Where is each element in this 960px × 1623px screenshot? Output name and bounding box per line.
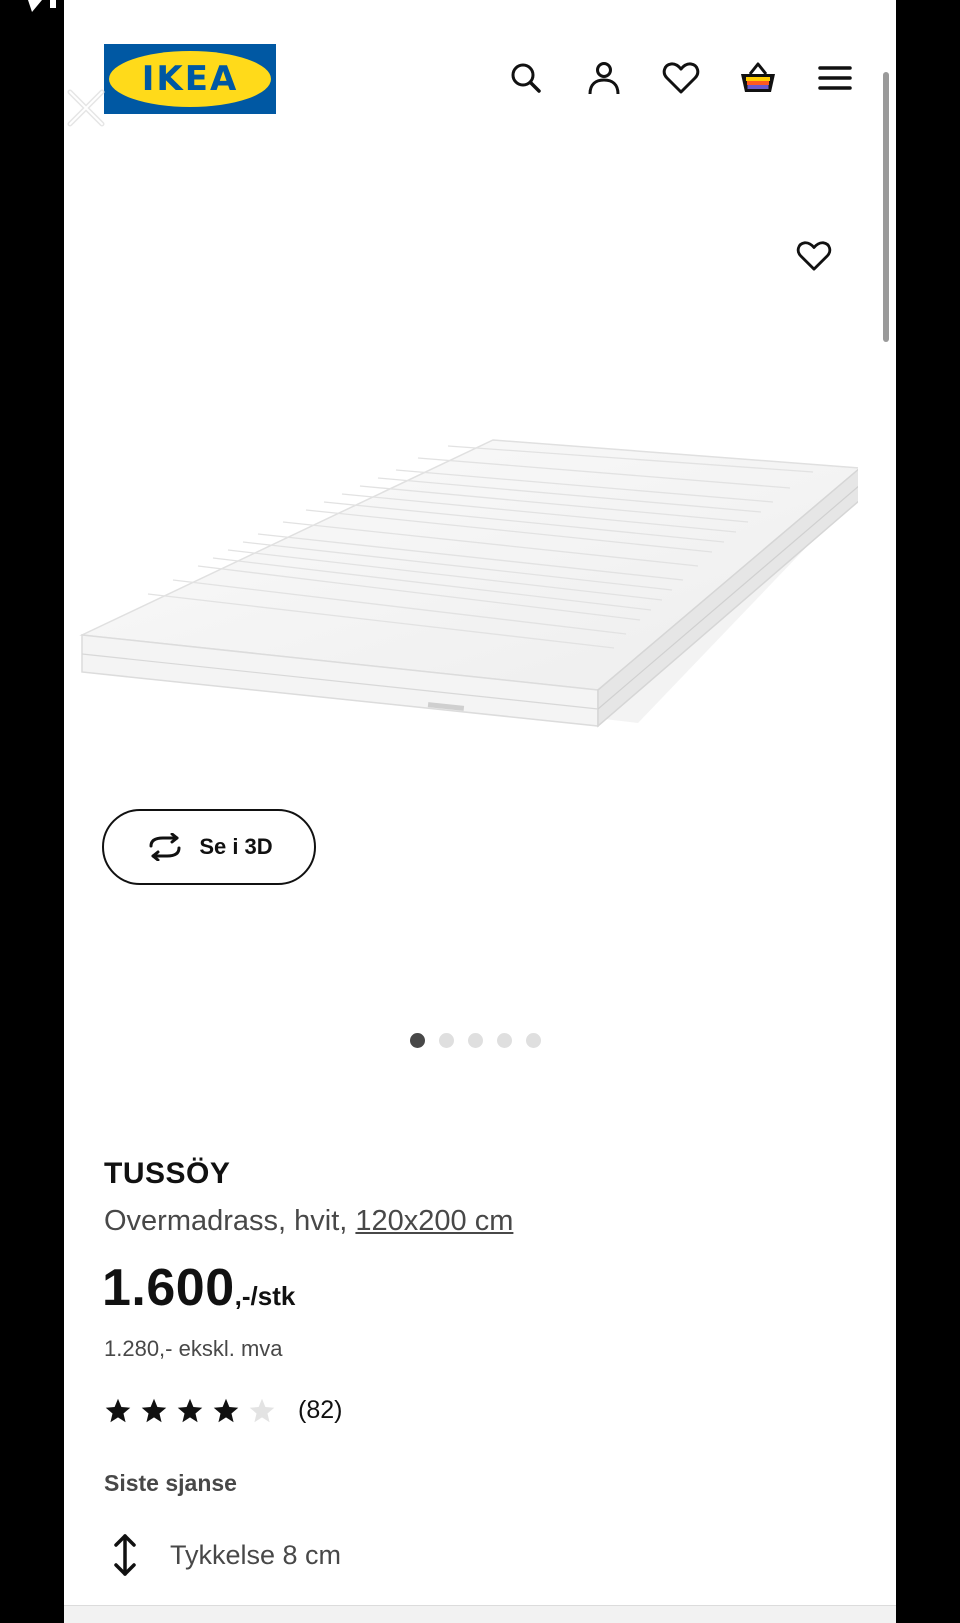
- pagination-dot-1[interactable]: [410, 1033, 425, 1048]
- search-button[interactable]: [506, 58, 546, 98]
- spec-thickness-text: Tykkelse 8 cm: [170, 1539, 342, 1570]
- pagination-dot-5[interactable]: [526, 1033, 541, 1048]
- wishlist-button[interactable]: [661, 58, 701, 98]
- logo-text: IKEA: [141, 59, 239, 99]
- rating[interactable]: (82): [104, 1396, 342, 1425]
- search-icon: [511, 63, 541, 93]
- rating-count: (82): [298, 1396, 343, 1424]
- ikea-logo[interactable]: IKEA: [104, 44, 276, 114]
- spec-thickness: Tykkelse 8 cm: [108, 1532, 341, 1578]
- price-suffix: ,-/stk: [234, 1281, 296, 1311]
- star-empty-icon: [249, 1398, 275, 1422]
- status-indicator-icon: [28, 0, 56, 12]
- star-icon: [141, 1398, 167, 1422]
- cart-button[interactable]: [738, 58, 778, 98]
- product-favorite-button[interactable]: [794, 236, 834, 276]
- star-icon: [177, 1398, 203, 1422]
- view-in-3d-button[interactable]: Se i 3D: [102, 809, 316, 885]
- view-in-3d-label: Se i 3D: [199, 834, 273, 859]
- product-name: TUSSÖY: [104, 1157, 231, 1190]
- logo-oval: IKEA: [109, 51, 271, 107]
- price-excl-vat: 1.280,- ekskl. mva: [104, 1336, 283, 1361]
- heart-icon: [796, 241, 832, 271]
- availability-status: Siste sjanse: [104, 1470, 237, 1496]
- pagination-dot-4[interactable]: [497, 1033, 512, 1048]
- product-description-text: Overmadrass, hvit,: [104, 1205, 356, 1237]
- cart-icon: [741, 62, 775, 92]
- product-image[interactable]: [78, 430, 858, 760]
- menu-icon: [818, 66, 852, 90]
- pagination-dot-3[interactable]: [468, 1033, 483, 1048]
- rotate-3d-icon: [149, 833, 181, 861]
- section-divider: [64, 1605, 896, 1623]
- price: 1.600 ,-/stk: [102, 1258, 295, 1318]
- product-page: IKEA Se i 3D TUSSÖY Overmadrass, hvit, 1…: [64, 0, 896, 1623]
- product-size-link[interactable]: 120x200 cm: [355, 1205, 513, 1237]
- image-pagination: [410, 1033, 541, 1048]
- heart-icon: [662, 62, 700, 94]
- account-button[interactable]: [584, 58, 624, 98]
- thickness-arrow-icon: [114, 1534, 136, 1576]
- user-icon: [588, 62, 620, 95]
- menu-button[interactable]: [815, 58, 855, 98]
- price-amount: 1.600: [102, 1259, 235, 1317]
- star-icon: [213, 1398, 239, 1422]
- close-icon[interactable]: [66, 88, 106, 128]
- star-icon: [105, 1398, 131, 1422]
- scrollbar[interactable]: [883, 72, 889, 342]
- pagination-dot-2[interactable]: [439, 1033, 454, 1048]
- product-description: Overmadrass, hvit, 120x200 cm: [104, 1205, 513, 1238]
